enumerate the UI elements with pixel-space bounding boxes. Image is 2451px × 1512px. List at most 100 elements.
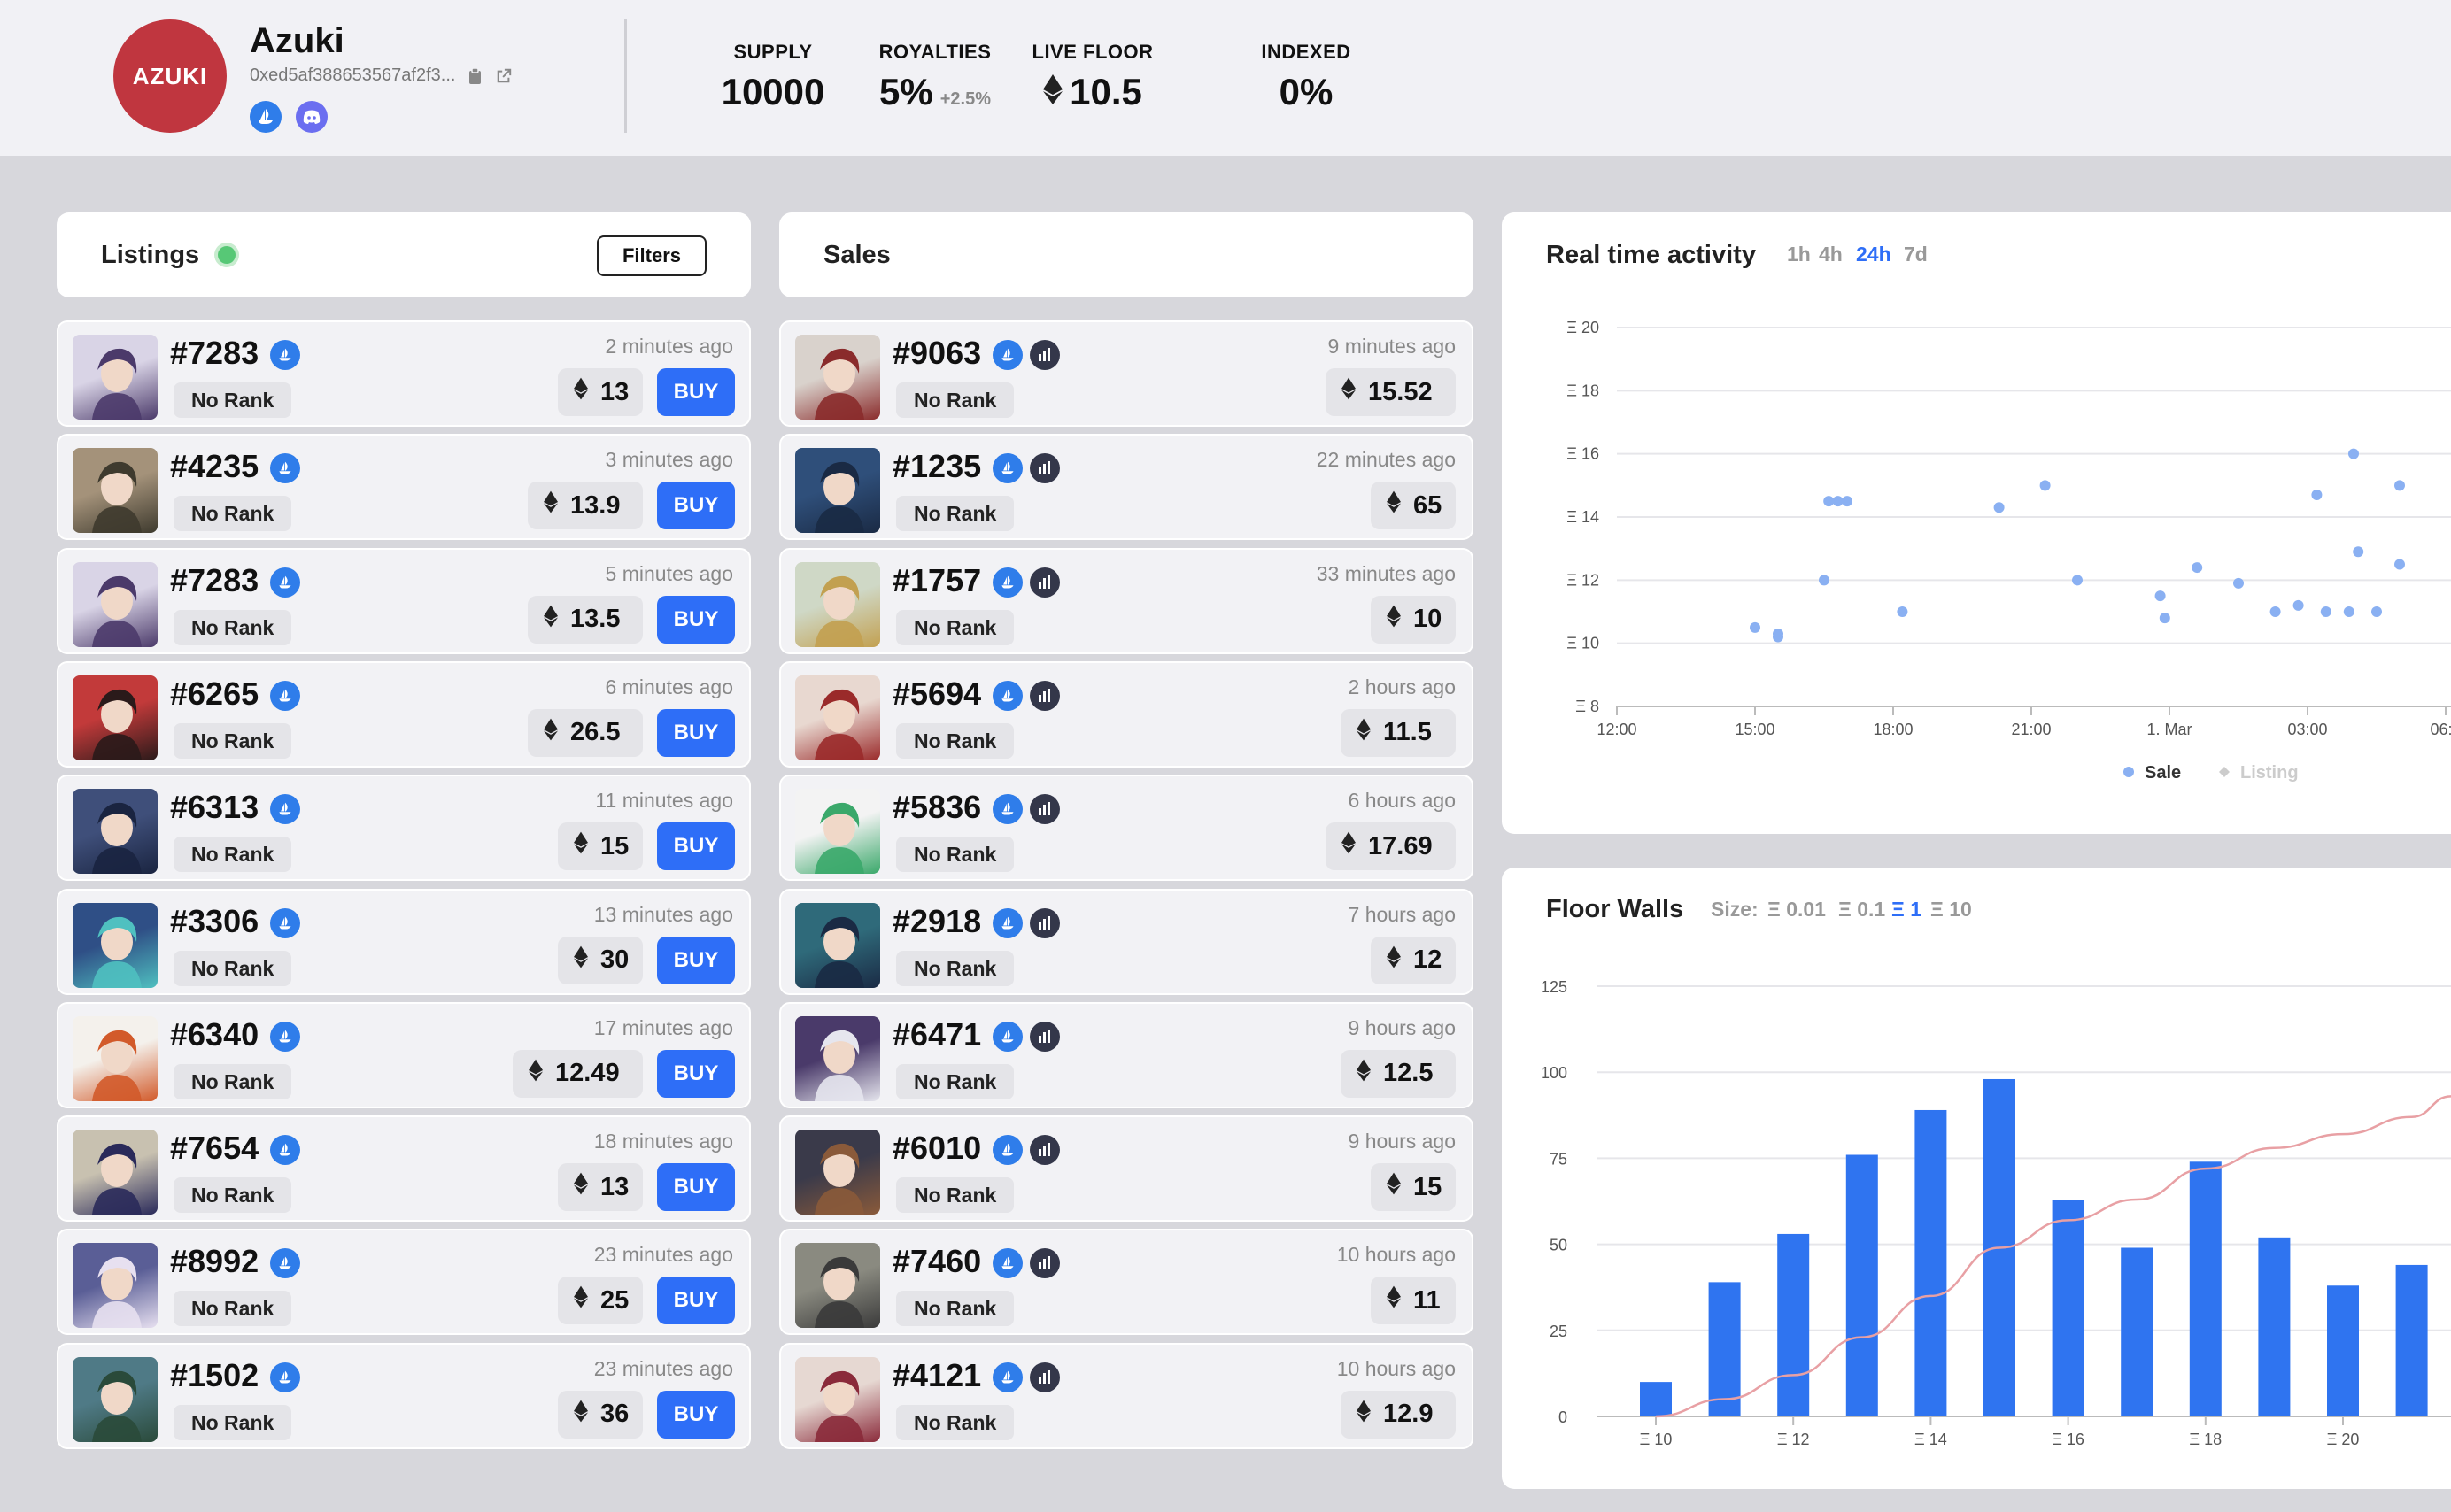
opensea-icon[interactable] (992, 907, 1023, 938)
opensea-icon[interactable] (269, 680, 300, 711)
token-id[interactable]: #4121 (893, 1357, 981, 1394)
nft-thumbnail[interactable] (795, 1130, 880, 1215)
nft-thumbnail[interactable] (73, 1015, 158, 1101)
token-id[interactable]: #6471 (893, 1016, 981, 1053)
listing-row[interactable]: #6340 No Rank 17 minutes ago 12.49 BUY (57, 1001, 751, 1108)
opensea-icon[interactable] (992, 794, 1023, 825)
floor-wall-bar[interactable] (2258, 1237, 2291, 1416)
opensea-icon[interactable] (992, 340, 1023, 370)
sale-point[interactable] (1750, 621, 1760, 633)
token-id[interactable]: #4235 (170, 448, 259, 485)
buy-button[interactable]: BUY (657, 1049, 735, 1098)
sale-point[interactable] (1773, 631, 1783, 643)
nft-thumbnail[interactable] (73, 448, 158, 534)
sale-point[interactable] (2192, 562, 2203, 574)
token-id[interactable]: #8992 (170, 1243, 259, 1280)
token-id[interactable]: #3306 (170, 903, 259, 940)
sale-point[interactable] (2233, 577, 2244, 589)
opensea-icon[interactable] (269, 1135, 300, 1166)
buy-button[interactable]: BUY (657, 822, 735, 871)
sale-point[interactable] (1842, 496, 1852, 507)
token-id[interactable]: #5836 (893, 789, 981, 826)
nft-thumbnail[interactable] (795, 1015, 880, 1101)
sale-row[interactable]: #1235 No Rank 22 minutes ago 65 (779, 434, 1473, 541)
listing-row[interactable]: #6313 No Rank 11 minutes ago 15 BUY (57, 775, 751, 882)
sale-row[interactable]: #6010 No Rank 9 hours ago 15 (779, 1115, 1473, 1223)
listing-row[interactable]: #4235 No Rank 3 minutes ago 13.9 BUY (57, 434, 751, 541)
nft-thumbnail[interactable] (73, 902, 158, 988)
token-id[interactable]: #7283 (170, 335, 259, 372)
floor-wall-bar[interactable] (1708, 1282, 1741, 1416)
token-id[interactable]: #1757 (893, 562, 981, 599)
nft-thumbnail[interactable] (795, 561, 880, 647)
buy-button[interactable]: BUY (657, 1277, 735, 1325)
floor-wall-bar[interactable] (2052, 1200, 2084, 1416)
nft-thumbnail[interactable] (795, 789, 880, 875)
sale-point[interactable] (2269, 606, 2281, 617)
token-id[interactable]: #6340 (170, 1016, 259, 1053)
token-id[interactable]: #1235 (893, 448, 981, 485)
external-link-icon[interactable] (496, 67, 512, 85)
legend-sale[interactable]: Sale (2145, 763, 2181, 783)
discord-icon[interactable] (296, 101, 328, 133)
opensea-icon[interactable] (992, 453, 1023, 484)
token-id[interactable]: #7283 (170, 562, 259, 599)
nft-thumbnail[interactable] (73, 1356, 158, 1442)
size-option-0-01[interactable]: Ξ 0.01 (1767, 898, 1826, 922)
nft-thumbnail[interactable] (795, 335, 880, 420)
floor-wall-bar[interactable] (2395, 1264, 2428, 1416)
floor-wall-bar[interactable] (1777, 1233, 1810, 1416)
sale-row[interactable]: #5694 No Rank 2 hours ago 11.5 (779, 660, 1473, 768)
opensea-icon[interactable] (269, 1362, 300, 1392)
opensea-icon[interactable] (992, 1248, 1023, 1279)
nft-thumbnail[interactable] (795, 902, 880, 988)
sale-point[interactable] (2371, 606, 2382, 617)
size-option-10[interactable]: Ξ 10 (1930, 898, 1972, 922)
chart-icon[interactable] (1029, 567, 1060, 598)
nft-thumbnail[interactable] (795, 1356, 880, 1442)
opensea-icon[interactable] (992, 567, 1023, 598)
range-4h[interactable]: 4h (1819, 243, 1843, 266)
sale-point[interactable] (2311, 490, 2323, 501)
floor-wall-bar[interactable] (1640, 1382, 1672, 1416)
token-id[interactable]: #6313 (170, 789, 259, 826)
sale-row[interactable]: #1757 No Rank 33 minutes ago 10 (779, 547, 1473, 654)
chart-icon[interactable] (1029, 1362, 1060, 1392)
token-id[interactable]: #7654 (170, 1130, 259, 1167)
legend-listing[interactable]: Listing (2240, 763, 2299, 783)
token-id[interactable]: #9063 (893, 335, 981, 372)
opensea-icon[interactable] (269, 1021, 300, 1052)
opensea-icon[interactable] (269, 453, 300, 484)
listing-row[interactable]: #7283 No Rank 5 minutes ago 13.5 BUY (57, 547, 751, 654)
sale-point[interactable] (2159, 613, 2170, 624)
nft-thumbnail[interactable] (73, 1130, 158, 1215)
buy-button[interactable]: BUY (657, 708, 735, 757)
opensea-icon[interactable] (250, 101, 282, 133)
range-1h[interactable]: 1h (1787, 243, 1811, 266)
chart-icon[interactable] (1029, 1135, 1060, 1166)
token-id[interactable]: #2918 (893, 903, 981, 940)
listing-row[interactable]: #7654 No Rank 18 minutes ago 13 BUY (57, 1115, 751, 1223)
chart-icon[interactable] (1029, 1248, 1060, 1279)
listing-row[interactable]: #6265 No Rank 6 minutes ago 26.5 BUY (57, 660, 751, 768)
listing-row[interactable]: #7283 No Rank 2 minutes ago 13 BUY (57, 320, 751, 427)
nft-thumbnail[interactable] (73, 789, 158, 875)
sale-row[interactable]: #9063 No Rank 9 minutes ago 15.52 (779, 320, 1473, 427)
token-id[interactable]: #1502 (170, 1357, 259, 1394)
nft-thumbnail[interactable] (73, 675, 158, 760)
token-id[interactable]: #6265 (170, 675, 259, 713)
opensea-icon[interactable] (269, 907, 300, 938)
size-option-1[interactable]: Ξ 1 (1891, 898, 1921, 922)
sale-point[interactable] (1832, 496, 1844, 507)
opensea-icon[interactable] (992, 680, 1023, 711)
sale-point[interactable] (2348, 448, 2359, 459)
filters-button[interactable]: Filters (597, 235, 707, 276)
sale-point[interactable] (2154, 590, 2166, 602)
sale-point[interactable] (1897, 606, 1908, 617)
token-id[interactable]: #7460 (893, 1243, 981, 1280)
chart-icon[interactable] (1029, 340, 1060, 370)
opensea-icon[interactable] (269, 794, 300, 825)
floor-wall-bar[interactable] (2327, 1285, 2359, 1416)
nft-thumbnail[interactable] (795, 448, 880, 534)
sale-point[interactable] (2072, 575, 2083, 586)
